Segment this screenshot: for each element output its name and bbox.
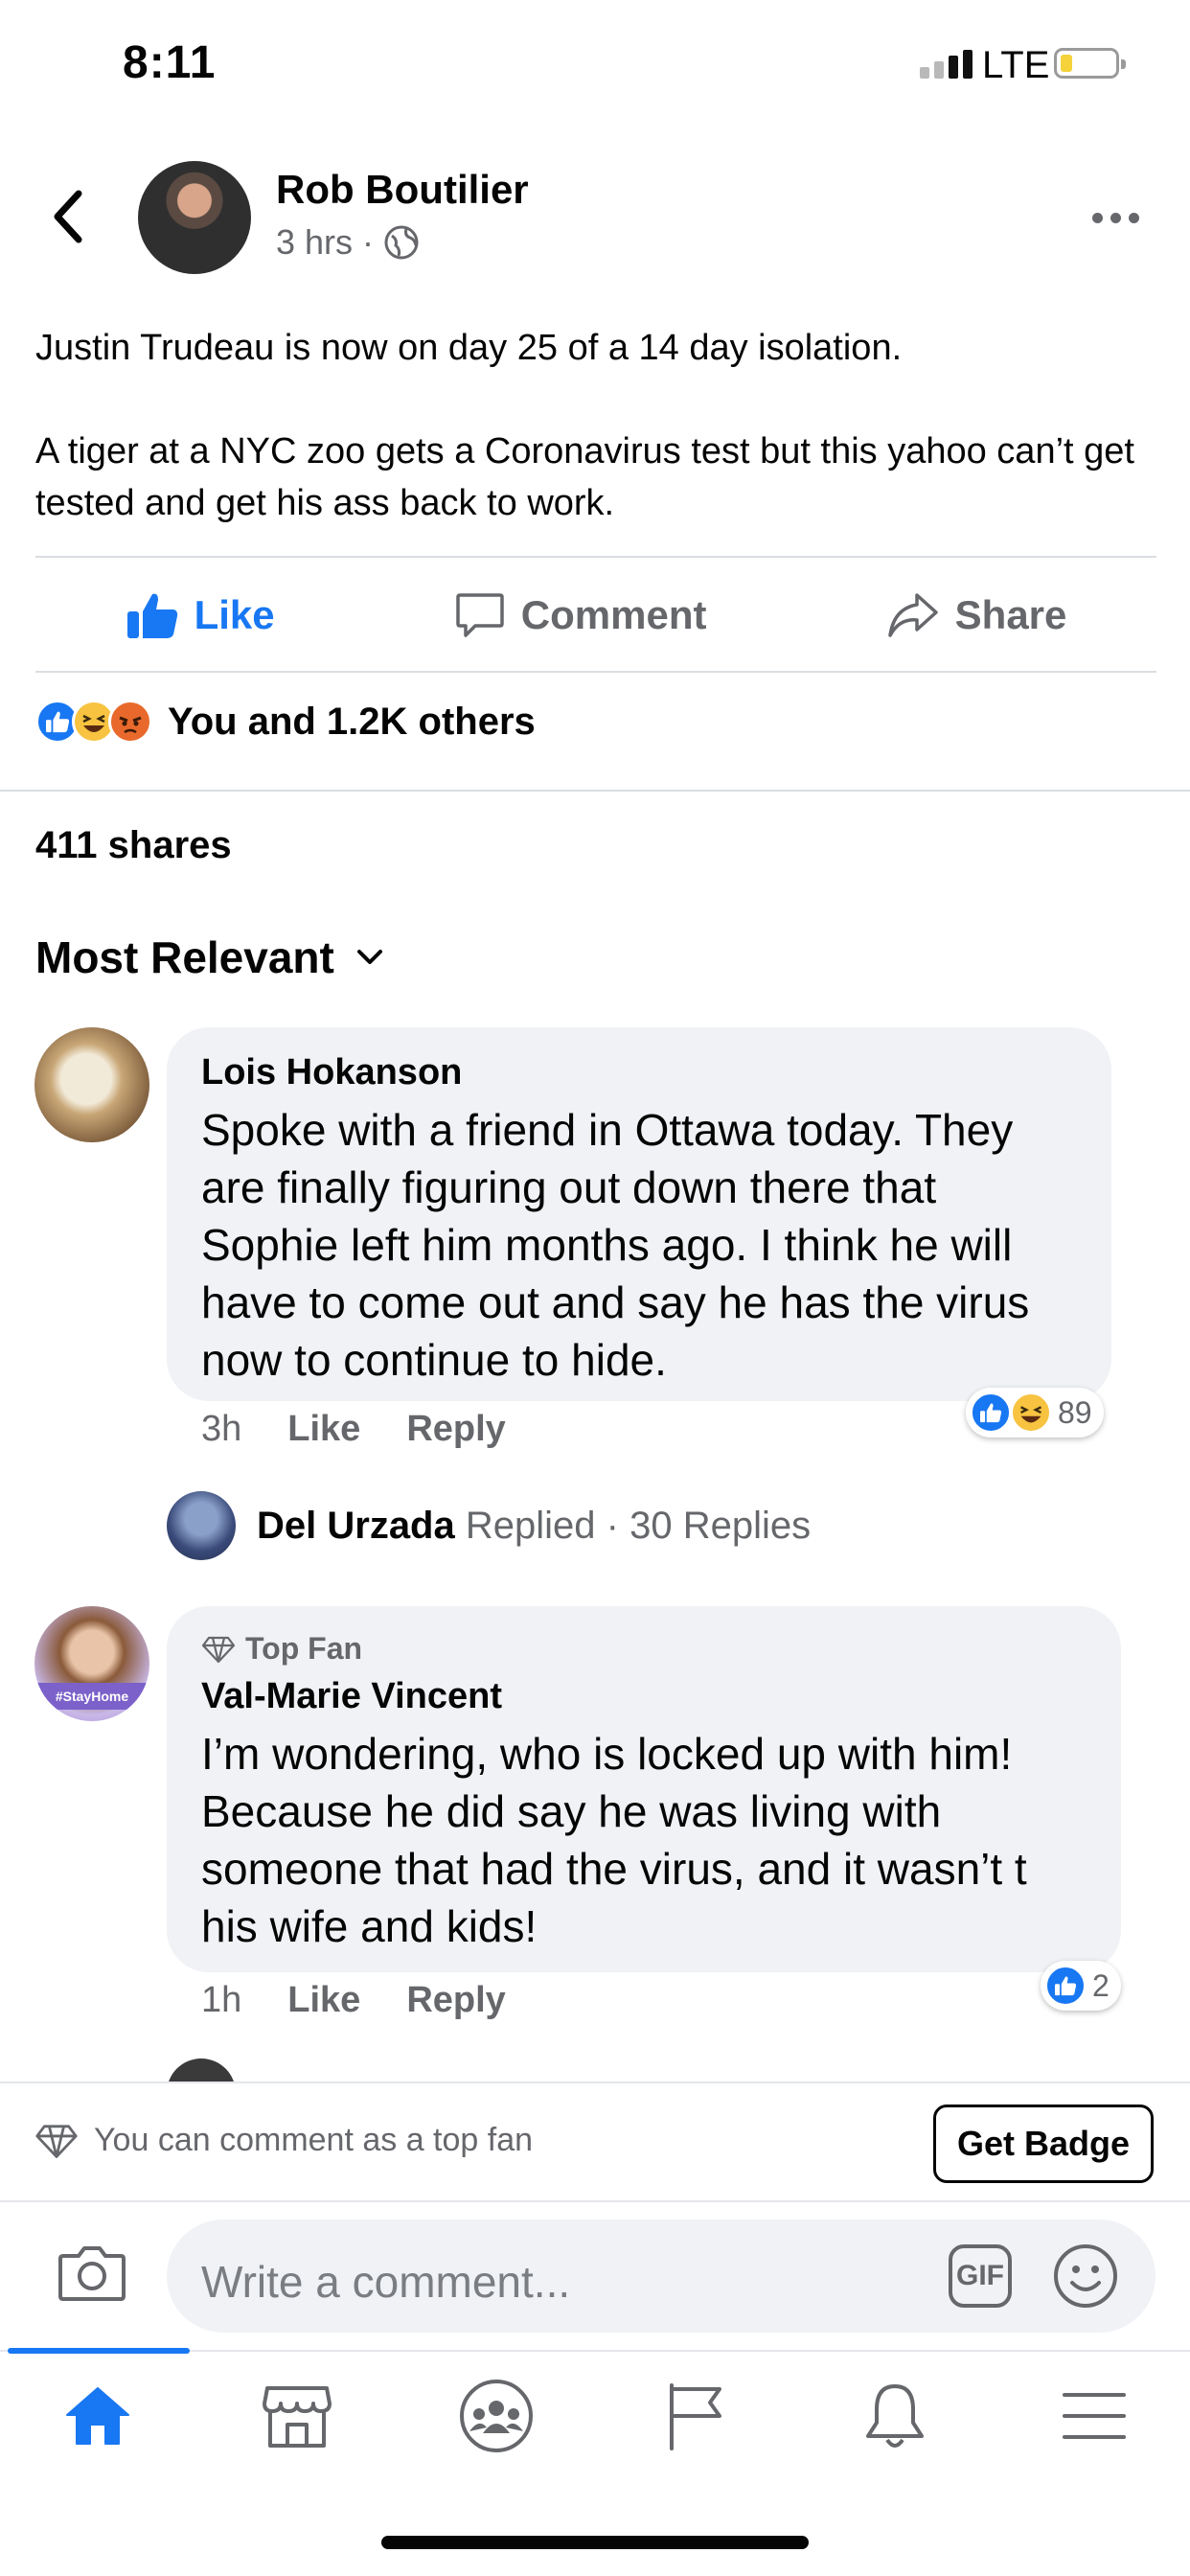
comment-like-button[interactable]: Like: [287, 1409, 360, 1450]
section-divider: [0, 790, 1190, 792]
author-avatar[interactable]: [138, 161, 251, 274]
share-icon: [887, 593, 938, 637]
thumbs-up-icon: [126, 593, 177, 638]
comment-text: I’m wondering, who is locked up with him…: [201, 1729, 1027, 1951]
reaction-count: 89: [1058, 1394, 1092, 1430]
groups-icon: [460, 2380, 533, 2452]
active-tab-indicator: [8, 2348, 190, 2354]
comment-bubble: Lois Hokanson Spoke with a friend in Ott…: [167, 1027, 1111, 1401]
tab-pages[interactable]: [638, 2373, 753, 2459]
comment-time: 3h: [201, 1409, 242, 1449]
comment-reactions[interactable]: 89: [966, 1388, 1104, 1438]
share-label: Share: [954, 592, 1067, 637]
comment-text: Spoke with a friend in Ottawa today. The…: [201, 1105, 1030, 1385]
reply-count: 30 Replies: [629, 1504, 812, 1547]
reactions-label: You and 1.2K others: [168, 700, 536, 743]
comment-reactions[interactable]: 2: [1041, 1961, 1121, 2011]
commenter-name[interactable]: Val-Marie Vincent: [201, 1676, 1087, 1717]
like-button[interactable]: Like: [126, 590, 275, 640]
sort-label: Most Relevant: [35, 932, 334, 982]
angry-reaction-icon: [108, 700, 152, 744]
battery-icon: [1054, 48, 1126, 79]
camera-button[interactable]: [57, 2242, 126, 2307]
reply-preview[interactable]: Del Urzada Replied · 30 Replies: [167, 1491, 811, 1560]
post-text: Justin Trudeau is now on day 25 of a 14 …: [35, 322, 1156, 529]
comment-meta: 3h Like Reply: [201, 1409, 506, 1450]
commenter-name[interactable]: Lois Hokanson: [201, 1052, 1077, 1093]
stay-home-frame: #StayHome: [34, 1683, 149, 1710]
post-paragraph: A tiger at a NYC zoo gets a Coronavirus …: [35, 431, 1134, 523]
author-name[interactable]: Rob Boutilier: [276, 167, 529, 213]
post-meta: 3 hrs ·: [276, 222, 420, 263]
back-button[interactable]: [48, 188, 88, 250]
like-reaction-icon: [1044, 1965, 1087, 2007]
comment-time: 1h: [201, 1980, 242, 2020]
reply-action: Replied: [465, 1504, 596, 1547]
replier-avatar: [167, 1491, 236, 1560]
more-options-button[interactable]: [1092, 213, 1139, 223]
reactions-summary[interactable]: You and 1.2K others: [35, 700, 536, 744]
diamond-icon: [35, 2124, 78, 2158]
share-button[interactable]: Share: [886, 591, 1067, 639]
like-label: Like: [194, 592, 275, 637]
marketplace-icon: [263, 2386, 332, 2448]
shares-count[interactable]: 411 shares: [35, 824, 232, 867]
tab-home[interactable]: [40, 2373, 155, 2459]
tab-marketplace[interactable]: [240, 2373, 355, 2459]
top-fan-label: Top Fan: [245, 1631, 363, 1666]
chevron-down-icon: [356, 950, 382, 964]
comment-label: Comment: [520, 592, 707, 637]
camera-icon: [58, 2246, 126, 2301]
post-paragraph: Justin Trudeau is now on day 25 of a 14 …: [35, 328, 903, 368]
chevron-left-icon: [54, 190, 82, 243]
comment-input-placeholder: Write a comment...: [201, 2257, 571, 2307]
diamond-icon: [201, 1636, 236, 1663]
status-time: 8:11: [123, 37, 217, 88]
menu-icon: [1063, 2393, 1126, 2439]
comment-meta: 1h Like Reply: [201, 1980, 506, 2021]
tab-notifications[interactable]: [837, 2373, 952, 2459]
divider: [35, 556, 1156, 558]
reply-separator: ·: [606, 1504, 619, 1547]
commenter-avatar[interactable]: #StayHome: [34, 1606, 149, 1721]
get-badge-button[interactable]: Get Badge: [933, 2104, 1154, 2183]
smiley-icon: [1054, 2244, 1117, 2308]
home-indicator: [381, 2536, 809, 2549]
gif-button[interactable]: GIF: [949, 2244, 1012, 2308]
flag-icon: [670, 2383, 721, 2450]
comment-sort-dropdown[interactable]: Most Relevant: [35, 932, 384, 983]
globe-icon: [384, 225, 419, 260]
post-time: 3 hrs: [276, 222, 354, 262]
comment-reply-button[interactable]: Reply: [406, 1409, 505, 1450]
haha-reaction-icon: [1010, 1392, 1052, 1434]
home-icon: [66, 2387, 129, 2445]
tab-menu[interactable]: [1037, 2373, 1152, 2459]
comment-bubble: Top Fan Val-Marie Vincent I’m wondering,…: [167, 1606, 1121, 1972]
bell-icon: [866, 2384, 924, 2448]
top-fan-badge: Top Fan: [201, 1631, 1087, 1667]
comment-button[interactable]: Comment: [454, 589, 707, 641]
reaction-icons: [35, 700, 152, 744]
reaction-count: 2: [1092, 1967, 1110, 2003]
top-fan-note-text: You can comment as a top fan: [94, 2122, 534, 2158]
top-fan-note: You can comment as a top fan: [34, 2122, 533, 2159]
post-actions: Like Comment Share: [35, 560, 1156, 671]
replier-name: Del Urzada: [257, 1504, 455, 1547]
network-label: LTE: [982, 44, 1050, 86]
comment-like-button[interactable]: Like: [287, 1980, 360, 2021]
divider: [35, 671, 1156, 673]
commenter-avatar[interactable]: [34, 1027, 149, 1142]
signal-icon: [920, 50, 973, 79]
comment-reply-button[interactable]: Reply: [406, 1980, 505, 2021]
comment-icon: [456, 593, 504, 637]
like-reaction-icon: [970, 1392, 1012, 1434]
emoji-button[interactable]: [1052, 2242, 1119, 2314]
meta-separator: ·: [362, 222, 375, 262]
tab-groups[interactable]: [439, 2373, 554, 2459]
